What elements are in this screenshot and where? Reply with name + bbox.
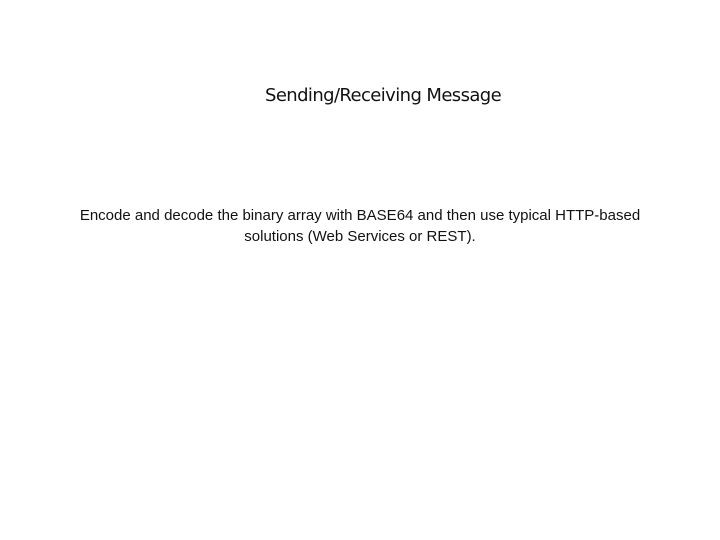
slide: Sending/Receiving Message Encode and dec… [0,0,720,540]
body-line-1: Encode and decode the binary array with … [79,207,641,224]
body-line-2: solutions (Web Services or REST). [244,228,476,245]
slide-title: Sending/Receiving Message [265,85,502,106]
slide-body-text: Encode and decode the binary array with … [60,205,660,247]
